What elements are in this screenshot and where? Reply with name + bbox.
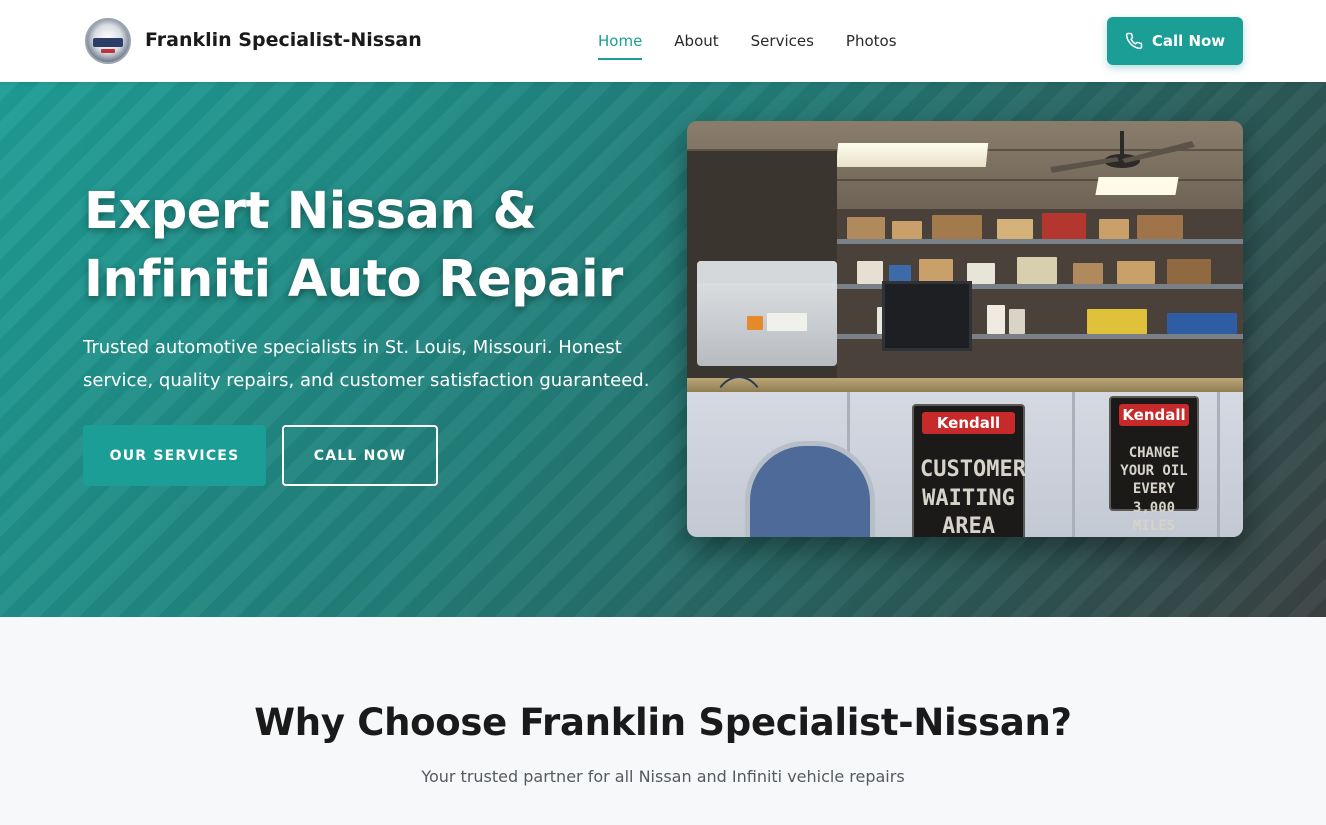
shop-interior-photo: Kendall CUSTOMER WAITING AREA Kendall CH… bbox=[687, 121, 1243, 537]
customer-waiting-sign: Kendall CUSTOMER WAITING AREA bbox=[912, 404, 1026, 537]
nav-photos[interactable]: Photos bbox=[846, 32, 897, 60]
site-header: Franklin Specialist-Nissan Home About Se… bbox=[0, 0, 1326, 82]
nav-home[interactable]: Home bbox=[598, 32, 643, 60]
section-subtitle: Your trusted partner for all Nissan and … bbox=[421, 767, 905, 786]
our-services-button[interactable]: OUR SERVICES bbox=[83, 425, 266, 486]
nav-about[interactable]: About bbox=[674, 32, 718, 60]
kendall-logo: Kendall bbox=[922, 412, 1015, 434]
logo-band bbox=[93, 38, 123, 47]
office-printer bbox=[697, 261, 837, 366]
sign-text: CHANGE YOUR OIL EVERY 3,000 MILES bbox=[1120, 445, 1188, 534]
logo-accent bbox=[101, 49, 115, 53]
call-button-label: Call Now bbox=[1151, 32, 1226, 50]
nav-services[interactable]: Services bbox=[751, 32, 814, 60]
phone-icon bbox=[1125, 32, 1143, 50]
hero-subtitle: Trusted automotive specialists in St. Lo… bbox=[83, 337, 650, 391]
computer-monitor bbox=[882, 281, 972, 351]
section-title: Why Choose Franklin Specialist-Nissan? bbox=[254, 701, 1072, 744]
kendall-logo: Kendall bbox=[1119, 404, 1189, 426]
main-nav: Home About Services Photos bbox=[598, 32, 897, 60]
oil-change-sign: Kendall CHANGE YOUR OIL EVERY 3,000 MILE… bbox=[1109, 396, 1199, 534]
hero-section: Expert Nissan & Infiniti Auto Repair Tru… bbox=[0, 82, 1326, 617]
ceiling-fan-icon bbox=[1050, 131, 1195, 173]
header-call-button[interactable]: Call Now bbox=[1107, 17, 1243, 65]
call-now-button[interactable]: CALL NOW bbox=[282, 425, 438, 486]
ceiling-light bbox=[835, 143, 989, 167]
sign-text: CUSTOMER WAITING AREA bbox=[920, 457, 1026, 537]
hero-title: Expert Nissan & Infiniti Auto Repair bbox=[84, 182, 623, 309]
service-counter bbox=[687, 378, 1243, 392]
brand-name[interactable]: Franklin Specialist-Nissan bbox=[145, 29, 422, 51]
why-choose-section: Why Choose Franklin Specialist-Nissan? Y… bbox=[0, 617, 1326, 825]
brand-logo[interactable] bbox=[85, 18, 131, 64]
